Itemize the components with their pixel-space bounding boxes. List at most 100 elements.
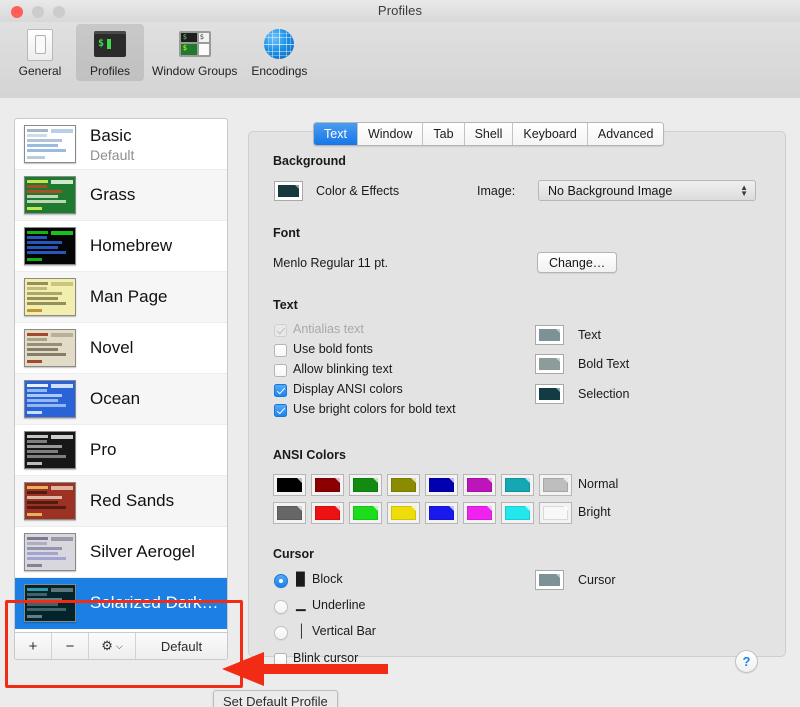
profile-thumbnail (24, 278, 76, 316)
selection-color-well[interactable] (535, 384, 564, 404)
set-default-profile-tooltip: Set Default Profile (213, 690, 338, 707)
background-image-value: No Background Image (548, 183, 673, 198)
cursor-underline-radio[interactable] (274, 600, 288, 614)
profile-thumbnail (24, 329, 76, 367)
ansi-normal-swatch-7[interactable] (539, 474, 572, 496)
toolbar-item-general[interactable]: General (6, 24, 74, 81)
set-default-profile-button[interactable]: Default (136, 633, 227, 659)
cursor-block-glyph: █ (296, 572, 305, 586)
profile-row-red-sands[interactable]: Red Sands (15, 476, 227, 527)
window-groups-icon (178, 28, 211, 60)
profile-thumbnail (24, 584, 76, 622)
cursor-vertical-bar-radio[interactable] (274, 626, 288, 640)
tab-tab[interactable]: Tab (423, 123, 465, 145)
preferences-window: Profiles General $ Profiles Window Group… (0, 0, 800, 707)
profile-subtitle: Default (90, 146, 135, 163)
profile-list[interactable]: Basic Default Grass Homebrew Man Page No… (15, 119, 227, 634)
ansi-bright-swatch-6[interactable] (501, 502, 534, 524)
cursor-color-well[interactable] (535, 570, 564, 590)
ansi-normal-swatch-2[interactable] (349, 474, 382, 496)
tab-shell[interactable]: Shell (464, 123, 514, 145)
toolbar-item-window-groups[interactable]: Window Groups (146, 24, 243, 81)
use-bold-fonts-checkbox[interactable] (274, 344, 287, 357)
ansi-normal-swatch-6[interactable] (501, 474, 534, 496)
terminal-icon: $ (94, 28, 126, 60)
change-font-button[interactable]: Change… (537, 252, 618, 273)
ansi-normal-swatch-5[interactable] (463, 474, 496, 496)
blink-cursor-checkbox[interactable] (274, 653, 287, 666)
ansi-bright-swatch-3[interactable] (387, 502, 420, 524)
ansi-bright-swatch-5[interactable] (463, 502, 496, 524)
profile-thumbnail (24, 125, 76, 163)
ansi-bright-swatch-2[interactable] (349, 502, 382, 524)
preferences-content: Basic Default Grass Homebrew Man Page No… (0, 98, 800, 707)
profile-row-solarized-dark[interactable]: Solarized Dark… (15, 578, 227, 629)
ansi-bright-swatch-4[interactable] (425, 502, 458, 524)
profile-thumbnail (24, 482, 76, 520)
text-section-title: Text (273, 298, 298, 312)
allow-blinking-text-checkbox[interactable] (274, 364, 287, 377)
font-value: Menlo Regular 11 pt. (273, 256, 389, 270)
blink-cursor-label: Blink cursor (293, 651, 359, 665)
bold-text-color-well[interactable] (535, 354, 564, 374)
profile-row-novel[interactable]: Novel (15, 323, 227, 374)
profile-thumbnail (24, 227, 76, 265)
background-color-well[interactable] (274, 181, 303, 201)
title-bar: Profiles (0, 0, 800, 23)
cursor-vertical-bar-glyph: │ (298, 624, 306, 638)
toolbar-item-profiles[interactable]: $ Profiles (76, 24, 144, 81)
tab-advanced[interactable]: Advanced (587, 123, 664, 145)
text-color-label: Text (578, 328, 601, 342)
profile-row-man-page[interactable]: Man Page (15, 272, 227, 323)
profile-list-pane: Basic Default Grass Homebrew Man Page No… (14, 118, 228, 660)
help-button[interactable]: ? (735, 650, 758, 673)
gear-icon: ⚙ (101, 638, 113, 653)
cursor-section-title: Cursor (273, 547, 314, 561)
profile-row-homebrew[interactable]: Homebrew (15, 221, 227, 272)
toolbar-label-general: General (18, 64, 62, 78)
profile-row-pro[interactable]: Pro (15, 425, 227, 476)
profile-row-basic[interactable]: Basic Default (15, 119, 227, 170)
tab-keyboard[interactable]: Keyboard (513, 123, 588, 145)
toolbar-item-encodings[interactable]: Encodings (245, 24, 313, 81)
toolbar-label-profiles: Profiles (89, 64, 130, 78)
toolbar-label-encodings: Encodings (251, 64, 308, 78)
profile-row-grass[interactable]: Grass (15, 170, 227, 221)
use-bright-colors-checkbox[interactable] (274, 404, 287, 417)
profile-action-bar: + − ⚙ ⌵ Default (15, 632, 227, 659)
window-title: Profiles (377, 3, 423, 18)
globe-icon (263, 28, 295, 60)
background-image-popup[interactable]: No Background Image ▲ ▼ (538, 180, 756, 201)
image-label: Image: (477, 184, 516, 198)
antialias-text-label: Antialias text (293, 322, 364, 336)
tab-text[interactable]: Text (314, 123, 358, 145)
color-effects-label[interactable]: Color & Effects (316, 184, 399, 198)
chevron-updown-icon: ▲ ▼ (740, 182, 748, 198)
cursor-block-radio[interactable] (274, 574, 288, 588)
add-profile-button[interactable]: + (15, 633, 52, 659)
ansi-bright-swatch-0[interactable] (273, 502, 306, 524)
text-color-well[interactable] (535, 325, 564, 345)
ansi-normal-swatch-0[interactable] (273, 474, 306, 496)
use-bright-colors-label: Use bright colors for bold text (293, 402, 456, 416)
profile-name: Pro (90, 440, 117, 459)
profile-thumbnail (24, 380, 76, 418)
profile-options-menu-button[interactable]: ⚙ ⌵ (89, 633, 136, 659)
tab-window[interactable]: Window (357, 123, 424, 145)
display-ansi-colors-label: Display ANSI colors (293, 382, 403, 396)
antialias-text-checkbox[interactable] (274, 324, 287, 337)
remove-profile-button[interactable]: − (52, 633, 89, 659)
cursor-underline-label: Underline (312, 598, 366, 612)
ansi-normal-swatch-4[interactable] (425, 474, 458, 496)
profile-row-ocean[interactable]: Ocean (15, 374, 227, 425)
cursor-vertical-bar-label: Vertical Bar (312, 624, 376, 638)
use-bold-fonts-label: Use bold fonts (293, 342, 373, 356)
profile-name: Silver Aerogel (90, 542, 195, 561)
ansi-bright-swatch-1[interactable] (311, 502, 344, 524)
ansi-normal-swatch-1[interactable] (311, 474, 344, 496)
cursor-underline-glyph: ▁ (296, 597, 306, 611)
ansi-bright-swatch-7[interactable] (539, 502, 572, 524)
display-ansi-colors-checkbox[interactable] (274, 384, 287, 397)
profile-row-silver-aerogel[interactable]: Silver Aerogel (15, 527, 227, 578)
ansi-normal-swatch-3[interactable] (387, 474, 420, 496)
